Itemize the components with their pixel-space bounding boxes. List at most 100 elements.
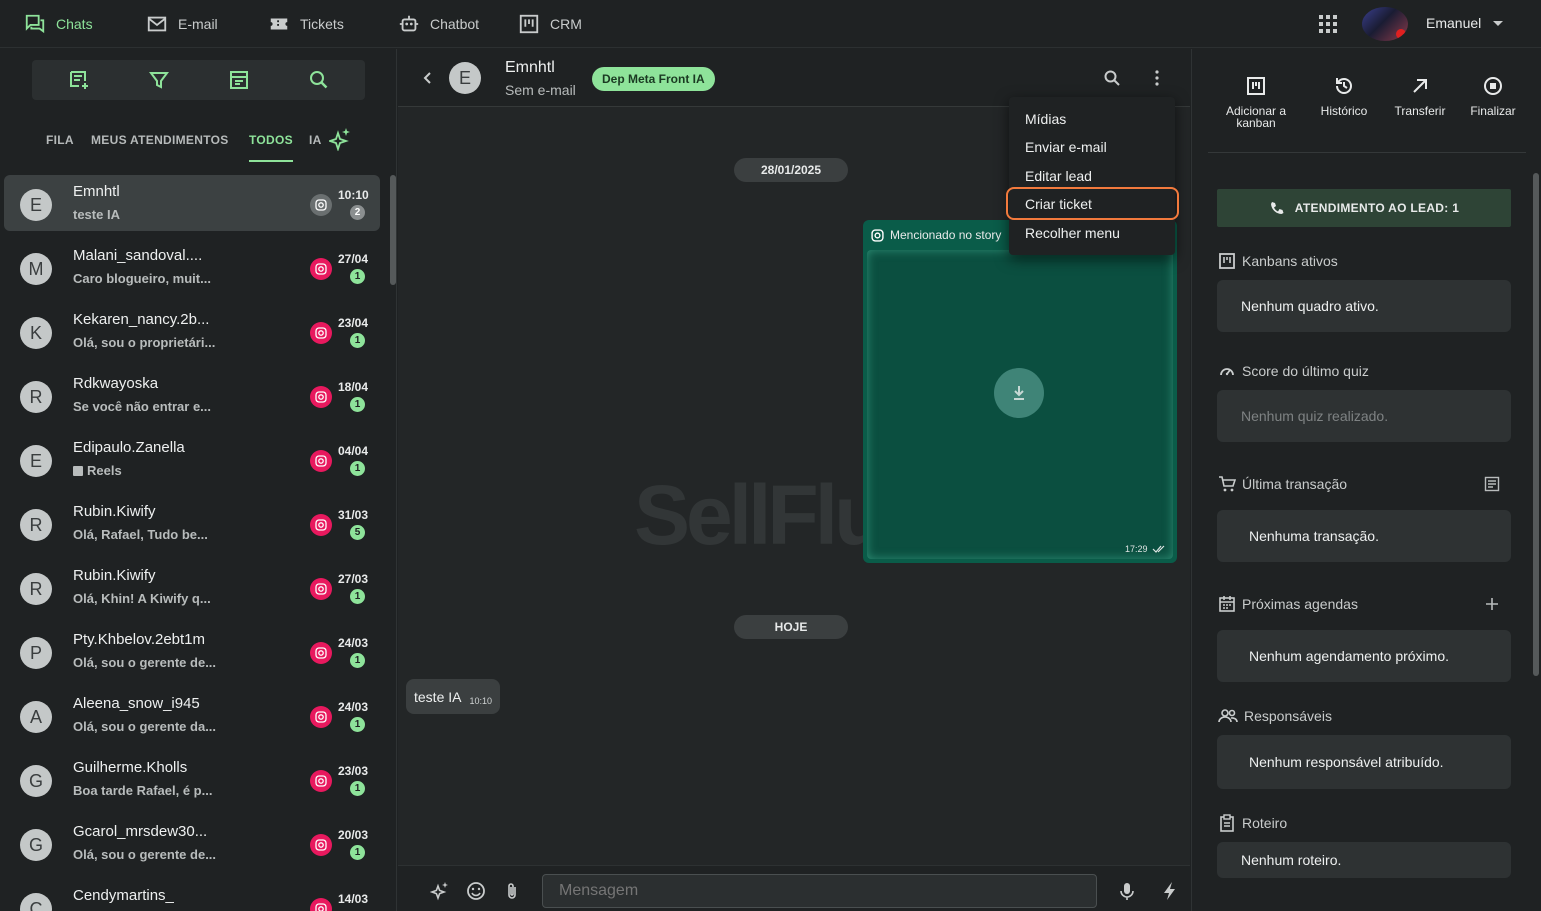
chat-preview: Caro blogueiro, muit... <box>73 271 211 286</box>
chat-time: 24/03 <box>338 700 369 714</box>
chat-list-item[interactable]: C Cendymartins_ 14/03 <box>4 879 380 911</box>
menu-item-recolher-menu[interactable]: Recolher menu <box>1025 225 1120 241</box>
user-name[interactable]: Emanuel <box>1426 15 1481 31</box>
avatar: R <box>20 573 52 605</box>
robot-icon <box>398 13 420 35</box>
department-badge: Dep Meta Front IA <box>592 67 715 91</box>
more-vertical-icon[interactable] <box>1148 69 1166 87</box>
instagram-icon <box>310 706 332 728</box>
kanban-icon <box>1219 253 1235 269</box>
nav-crm[interactable]: CRM <box>518 0 582 48</box>
phone-icon <box>1270 202 1284 214</box>
finish-label: Finalizar <box>1470 104 1516 118</box>
contact-avatar[interactable]: E <box>449 62 481 94</box>
chat-list-item[interactable]: A Aleena_snow_i945 Olá, sou o gerente da… <box>4 687 380 743</box>
history-label: Histórico <box>1320 104 1368 118</box>
finish-button[interactable]: Finalizar <box>1453 75 1533 117</box>
top-navigation: Chats E-mail Tickets Chatbot CRM Emanuel <box>0 0 1541 48</box>
nav-tickets[interactable]: Tickets <box>268 0 344 48</box>
chat-list-item[interactable]: R Rdkwayoska Se você não entrar e... 18/… <box>4 367 380 423</box>
download-button[interactable] <box>994 368 1044 418</box>
new-chat-icon[interactable] <box>68 69 90 91</box>
history-button[interactable]: Histórico <box>1304 75 1384 117</box>
chat-list-item[interactable]: G Guilherme.Kholls Boa tarde Rafael, é p… <box>4 751 380 807</box>
emoji-icon[interactable] <box>466 881 486 901</box>
chat-name: Rubin.Kiwify <box>73 567 156 584</box>
section-title-text: Roteiro <box>1242 815 1288 831</box>
apps-grid-icon[interactable] <box>1318 14 1338 34</box>
filter-icon[interactable] <box>148 69 170 91</box>
section-schedule-title: Próximas agendas <box>1218 595 1358 613</box>
menu-item-midias[interactable]: Mídias <box>1025 111 1066 127</box>
instagram-icon <box>310 258 332 280</box>
story-time: 17:29 <box>1125 544 1148 554</box>
instagram-icon <box>310 898 332 911</box>
nav-chatbot-label: Chatbot <box>430 16 480 32</box>
menu-item-enviar-email[interactable]: Enviar e-mail <box>1025 139 1107 155</box>
nav-email[interactable]: E-mail <box>146 0 218 48</box>
chat-preview: Reels <box>73 463 243 478</box>
chat-list-item[interactable]: R Rubin.Kiwify Olá, Rafael, Tudo be... 3… <box>4 495 380 551</box>
chat-time: 23/04 <box>338 316 369 330</box>
chat-list-item[interactable]: K Kekaren_nancy.2b... Olá, sou o proprie… <box>4 303 380 359</box>
chat-list-item[interactable]: R Rubin.Kiwify Olá, Khin! A Kiwify q... … <box>4 559 380 615</box>
sparkle-icon[interactable] <box>329 127 351 151</box>
tab-todos[interactable]: TODOS <box>249 133 293 147</box>
add-to-kanban-button[interactable]: Adicionar a kanban <box>1216 75 1296 129</box>
instagram-icon <box>310 386 332 408</box>
lead-service-label: ATENDIMENTO AO LEAD: 1 <box>1294 201 1460 215</box>
user-avatar[interactable] <box>1362 7 1408 41</box>
search-icon[interactable] <box>1103 69 1121 87</box>
section-responsibles-body: Nenhum responsável atribuído. <box>1217 735 1511 789</box>
tab-ia[interactable]: IA <box>309 133 322 147</box>
section-transaction-title: Última transação <box>1218 475 1347 493</box>
section-quiz-title: Score do último quiz <box>1218 362 1369 380</box>
lead-service-button[interactable]: ATENDIMENTO AO LEAD: 1 <box>1217 189 1511 227</box>
chat-name: Rdkwayoska <box>73 375 159 392</box>
lightning-icon[interactable] <box>1162 881 1178 901</box>
tab-meus-atendimentos[interactable]: MEUS ATENDIMENTOS <box>91 133 229 147</box>
reels-icon <box>73 466 83 476</box>
tab-fila[interactable]: FILA <box>46 133 74 147</box>
back-chevron-icon[interactable] <box>422 71 432 85</box>
attachment-icon[interactable] <box>502 881 522 901</box>
avatar: R <box>20 509 52 541</box>
microphone-icon[interactable] <box>1117 881 1137 901</box>
chat-name: Rubin.Kiwify <box>73 503 156 520</box>
divider <box>1208 152 1526 153</box>
unread-badge: 1 <box>350 717 365 732</box>
instagram-icon <box>310 834 332 856</box>
unread-badge: 1 <box>350 653 365 668</box>
menu-item-editar-lead[interactable]: Editar lead <box>1025 168 1092 184</box>
history-icon <box>1336 77 1352 94</box>
section-kanbans-title: Kanbans ativos <box>1218 252 1338 270</box>
chat-list-item[interactable]: M Malani_sandoval.... Caro blogueiro, mu… <box>4 239 380 295</box>
chat-list-item[interactable]: E Edipaulo.Zanella Reels 04/04 1 <box>4 431 380 487</box>
plus-icon[interactable] <box>1484 596 1500 612</box>
date-separator: 28/01/2025 <box>734 158 848 182</box>
chat-list: E Emnhtl teste IA 10:10 2 M Malani_sando… <box>0 173 390 911</box>
chevron-down-icon[interactable] <box>1492 20 1504 28</box>
nav-crm-label: CRM <box>550 16 582 32</box>
chat-preview: Olá, sou o gerente de... <box>73 655 217 670</box>
story-timestamp: 17:29 <box>1125 544 1166 554</box>
template-icon[interactable] <box>228 69 250 91</box>
chat-time: 27/04 <box>338 252 369 266</box>
search-icon[interactable] <box>308 69 330 91</box>
section-body-text: Nenhum quadro ativo. <box>1241 298 1379 314</box>
section-title-text: Próximas agendas <box>1242 596 1358 612</box>
chat-list-item[interactable]: E Emnhtl teste IA 10:10 2 <box>4 175 380 231</box>
chat-list-item[interactable]: P Pty.Khbelov.2ebt1m Olá, sou o gerente … <box>4 623 380 679</box>
details-scrollbar[interactable] <box>1533 173 1539 676</box>
instagram-icon <box>310 322 332 344</box>
receipt-icon[interactable] <box>1484 476 1500 492</box>
nav-chats[interactable]: Chats <box>24 0 93 48</box>
transfer-button[interactable]: Transferir <box>1380 75 1460 117</box>
chat-list-item[interactable]: G Gcarol_mrsdew30... Olá, sou o gerente … <box>4 815 380 871</box>
ai-sparkle-icon[interactable] <box>430 881 450 901</box>
chat-time: 14/03 <box>338 892 369 906</box>
chat-list-scrollbar[interactable] <box>390 175 396 285</box>
message-input[interactable] <box>542 874 1097 908</box>
nav-chatbot[interactable]: Chatbot <box>398 0 479 48</box>
section-script-title: Roteiro <box>1218 814 1287 832</box>
